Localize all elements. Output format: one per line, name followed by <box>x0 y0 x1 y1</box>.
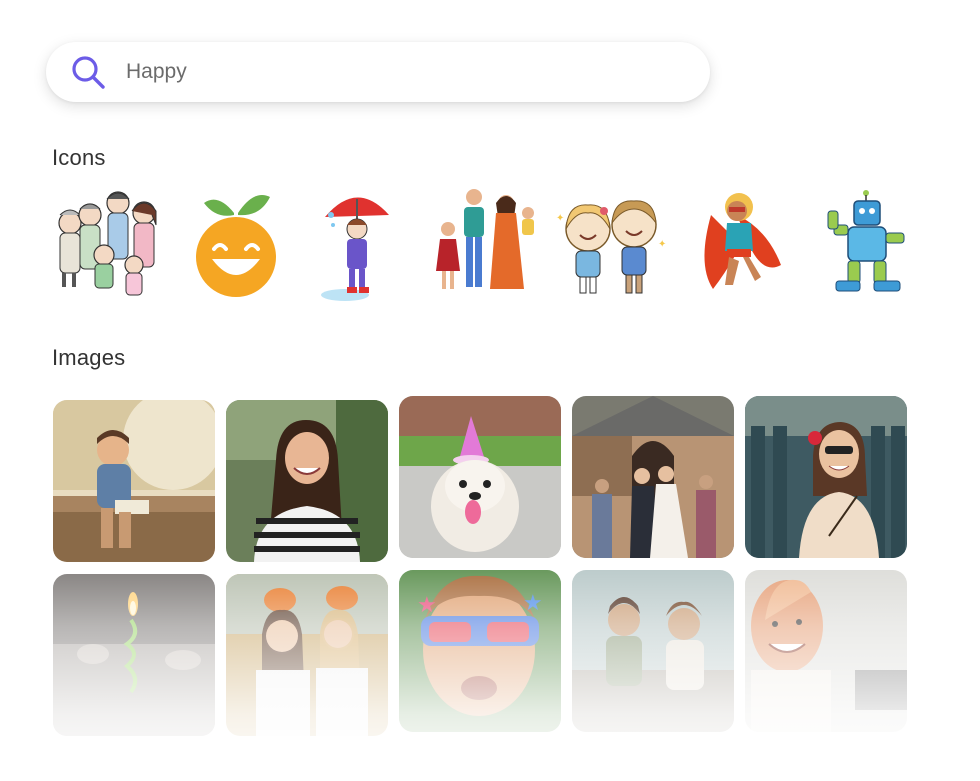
images-section-title: Images <box>52 345 126 370</box>
girl-umbrella-icon[interactable] <box>317 185 393 305</box>
image-friends-laughing[interactable] <box>572 570 734 732</box>
svg-text:★: ★ <box>417 593 437 618</box>
image-bald-man-smiling[interactable] <box>745 570 907 732</box>
superhero-icon[interactable] <box>697 185 783 305</box>
image-boy-laughing-bench[interactable] <box>53 400 215 562</box>
image-birthday-candle[interactable] <box>53 574 215 736</box>
image-two-women-pumpkins[interactable] <box>226 574 388 736</box>
search-icon[interactable] <box>68 52 108 92</box>
robot-icon[interactable] <box>824 185 910 305</box>
image-woman-striped-shirt[interactable] <box>226 400 388 562</box>
family-icon[interactable] <box>52 185 164 305</box>
image-woman-red-flower[interactable] <box>745 396 907 558</box>
image-boy-star-glasses[interactable]: ★ ★ <box>399 570 561 732</box>
icons-row: ✦ ✦ <box>52 185 922 305</box>
happy-kids-icon[interactable]: ✦ ✦ <box>554 185 668 305</box>
icons-section-title: Icons <box>52 145 106 170</box>
search-input[interactable] <box>126 60 646 84</box>
image-wedding-couple[interactable] <box>572 396 734 558</box>
svg-text:✦: ✦ <box>658 239 666 250</box>
image-dog-party-hat[interactable] <box>399 396 561 558</box>
svg-text:✦: ✦ <box>556 213 564 224</box>
family-with-children-icon[interactable] <box>430 185 544 305</box>
svg-text:★: ★ <box>523 591 543 616</box>
search-bar[interactable] <box>46 42 710 102</box>
smiling-orange-icon[interactable] <box>194 185 278 305</box>
